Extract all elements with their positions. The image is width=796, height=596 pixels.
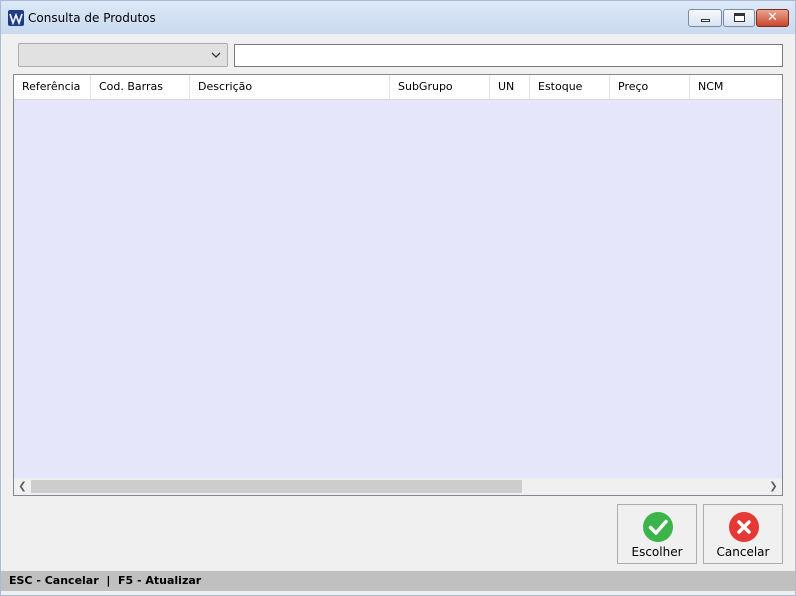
- x-circle-icon: [729, 512, 759, 542]
- column-header-referencia[interactable]: Referência: [14, 75, 91, 99]
- close-button[interactable]: ✕: [756, 9, 789, 27]
- column-header-un[interactable]: UN: [490, 75, 530, 99]
- minimize-button[interactable]: [688, 9, 722, 27]
- title-bar[interactable]: Consulta de Produtos ✕: [1, 1, 795, 34]
- chevron-down-icon: [211, 52, 221, 58]
- minimize-icon: [701, 19, 710, 22]
- close-icon: ✕: [767, 10, 778, 25]
- column-header-subgrupo[interactable]: SubGrupo: [390, 75, 490, 99]
- filter-field-select[interactable]: [18, 43, 228, 67]
- status-shortcuts-text: ESC - Cancelar | F5 - Atualizar: [9, 574, 202, 587]
- column-header-cod-barras[interactable]: Cod. Barras: [91, 75, 190, 99]
- window-title: Consulta de Produtos: [28, 11, 156, 25]
- column-header-preco[interactable]: Preço: [610, 75, 690, 99]
- grid-header: Referência Cod. Barras Descrição SubGrup…: [14, 75, 782, 100]
- check-circle-icon: [643, 512, 673, 542]
- scroll-left-icon[interactable]: ❮: [14, 478, 31, 495]
- cancel-button[interactable]: Cancelar: [703, 504, 783, 564]
- column-header-ncm[interactable]: NCM: [690, 75, 782, 99]
- horizontal-scrollbar[interactable]: ❮ ❯: [14, 478, 782, 495]
- column-header-descricao[interactable]: Descrição: [190, 75, 390, 99]
- scrollbar-thumb[interactable]: [31, 480, 522, 493]
- cancel-button-label: Cancelar: [716, 545, 770, 559]
- search-input[interactable]: [234, 44, 783, 67]
- maximize-icon: [734, 13, 745, 22]
- scroll-right-icon[interactable]: ❯: [765, 478, 782, 495]
- choose-button-label: Escolher: [631, 545, 683, 559]
- app-logo-icon: [8, 10, 24, 26]
- column-header-estoque[interactable]: Estoque: [530, 75, 610, 99]
- maximize-button[interactable]: [723, 9, 755, 27]
- window: Consulta de Produtos ✕ Referência Cod. B…: [0, 0, 796, 596]
- status-bar: ESC - Cancelar | F5 - Atualizar: [1, 571, 795, 591]
- products-grid[interactable]: Referência Cod. Barras Descrição SubGrup…: [13, 74, 783, 496]
- choose-button[interactable]: Escolher: [617, 504, 697, 564]
